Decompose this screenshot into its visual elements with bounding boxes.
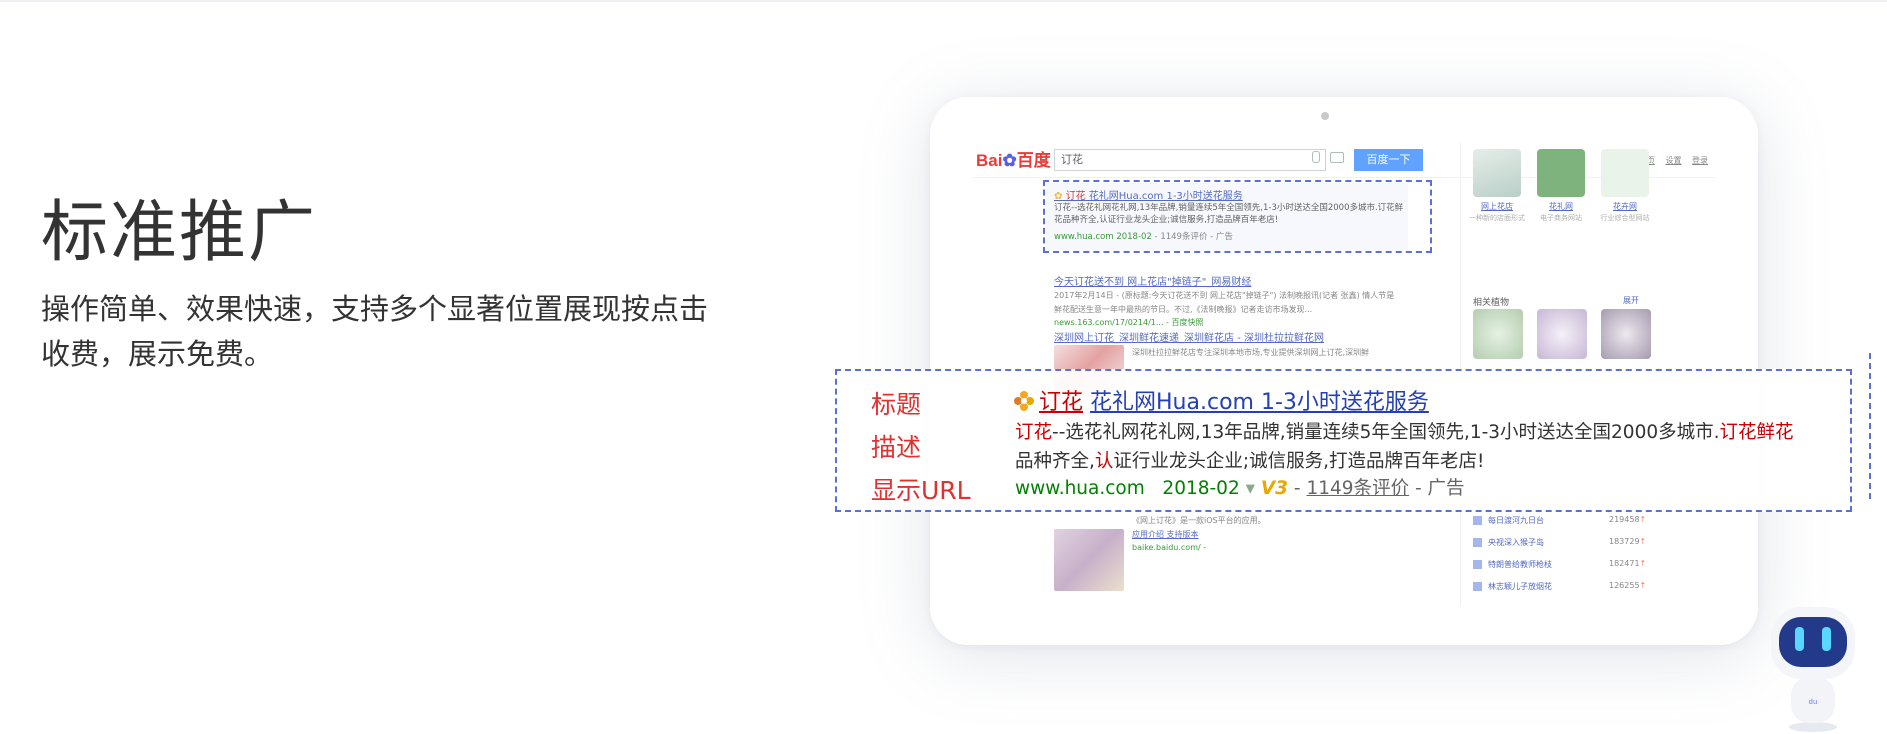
- desc-label: 描述: [871, 433, 922, 462]
- hot-rank-item[interactable]: 林志颖儿子放烟花 126255↑: [1473, 581, 1653, 592]
- logo-text-cn: 百度: [1016, 151, 1051, 170]
- url-date: 2018-02: [1162, 478, 1240, 499]
- ad-display-url[interactable]: www.hua.com 2018-02 ▾ V3 - 1149条评价 - 广告: [1015, 474, 1465, 500]
- mic-icon[interactable]: [1312, 151, 1320, 163]
- top-divider: [0, 0, 1887, 2]
- plant-image[interactable]: [1601, 309, 1651, 359]
- desc-text-2b: 证行业龙头企业;诚信服务,打造品牌百年老店!: [1113, 451, 1485, 472]
- hot-rank-item[interactable]: 特朗普给教师枪枝 182471↑: [1473, 559, 1653, 570]
- expand-link[interactable]: 展开: [1623, 295, 1639, 306]
- result-links[interactable]: 应用介绍 支持版本: [1132, 529, 1266, 540]
- url-label: 显示URL: [871, 476, 971, 505]
- rank-count: 183729↑: [1609, 537, 1646, 546]
- rank-number: 183729: [1609, 537, 1640, 546]
- desc-text-2a: 品种齐全,: [1015, 451, 1095, 472]
- desc-text: --选花礼网花礼网,13年品牌,销量连续5年全国领先,1-3小时送达全国2000…: [1052, 422, 1720, 443]
- robot-mascot-icon: du: [1771, 607, 1855, 732]
- app-image[interactable]: [1473, 149, 1521, 197]
- ad-title[interactable]: 订花 花礼网Hua.com 1-3小时送花服务: [1013, 384, 1429, 416]
- app-sub: 行业综合型网站: [1600, 214, 1650, 222]
- mini-ad-highlight: [1043, 180, 1432, 253]
- result-title[interactable]: 深圳网上订花_深圳鲜花速递_深圳鲜花店 - 深圳杜拉拉鲜花网: [1054, 329, 1324, 344]
- app-image[interactable]: [1601, 149, 1649, 197]
- hot-rank-item[interactable]: 央视深入猴子岛 183729↑: [1473, 537, 1653, 548]
- rank-name: 林志颖儿子放烟花: [1488, 582, 1552, 591]
- flower-icon: [1014, 391, 1034, 411]
- rank-name: 每日渡河九日台: [1488, 516, 1544, 525]
- desc-keyword-3: 认: [1094, 451, 1114, 472]
- v3-badge-icon[interactable]: V3: [1261, 478, 1288, 499]
- hot-rank-item[interactable]: 每日渡河九日台 219458↑: [1473, 515, 1653, 526]
- result-item[interactable]: 《网上订花》是一款iOS平台的应用。 应用介绍 支持版本 baike.baidu…: [1132, 515, 1266, 552]
- rank-badge: [1473, 582, 1482, 591]
- rank-count: 182471↑: [1609, 559, 1646, 568]
- app-sub: 一种新的店面形式: [1469, 214, 1525, 222]
- rank-number: 219458: [1609, 515, 1640, 524]
- rank-badge: [1473, 560, 1482, 569]
- arrow-up-icon: ↑: [1639, 515, 1647, 524]
- tablet-camera-icon: [1321, 112, 1329, 120]
- reviews-link[interactable]: 1149条评价: [1306, 478, 1409, 499]
- ad-title-text: 花礼网Hua.com 1-3小时送花服务: [1090, 390, 1429, 415]
- result-item[interactable]: 深圳网上订花_深圳鲜花速递_深圳鲜花店 - 深圳杜拉拉鲜花网: [1054, 329, 1324, 344]
- rank-number: 126255: [1609, 581, 1640, 590]
- svg-text:du: du: [1809, 698, 1818, 706]
- result-title[interactable]: 今天订花送不到 网上花店"掉链子"_网易财经: [1054, 273, 1394, 288]
- desc-keyword-2: 订花鲜花: [1719, 422, 1794, 443]
- edge-dash: [1869, 353, 1873, 499]
- rank-name: 央视深入猴子岛: [1488, 538, 1544, 547]
- rank-count: 126255↑: [1609, 581, 1646, 590]
- search-button[interactable]: 百度一下: [1354, 149, 1423, 171]
- rank-badge: [1473, 516, 1482, 525]
- result-desc-2: 鲜花配送生意一年中最热的节日。不过,《法制晚报》记者走访市场发现...: [1054, 305, 1313, 314]
- app-name[interactable]: 网上花店: [1467, 201, 1527, 212]
- result-url[interactable]: news.163.com/17/0214/1... - 百度快照: [1054, 317, 1394, 328]
- chevron-down-icon[interactable]: ▾: [1246, 478, 1255, 499]
- camera-icon[interactable]: [1330, 152, 1344, 163]
- paw-icon: ✿: [1002, 151, 1017, 170]
- url-text[interactable]: www.hua.com: [1015, 478, 1145, 499]
- ad-title-keyword: 订花: [1039, 390, 1084, 415]
- result-desc: 深圳杜拉拉鲜花店专注深圳本地市场,专业提供深圳网上订花,深圳鲜: [1132, 348, 1370, 357]
- ad-description: 订花--选花礼网花礼网,13年品牌,销量连续5年全国领先,1-3小时送达全国20…: [1015, 418, 1815, 476]
- title-label: 标题: [871, 390, 922, 419]
- result-desc: 2017年2月14日 - (原标题:今天订花送不到 网上花店"掉链子") 法制晚…: [1054, 291, 1395, 300]
- search-input[interactable]: 订花: [1054, 149, 1326, 171]
- page-description: 操作简单、效果快速，支持多个显著位置展现按点击收费，展示免费。: [41, 292, 709, 371]
- result-desc: 《网上订花》是一款iOS平台的应用。: [1132, 516, 1266, 525]
- rank-number: 182471: [1609, 559, 1640, 568]
- page-title: 标准推广: [41, 193, 317, 271]
- baidu-logo: Bai✿百度: [976, 146, 1051, 171]
- app-image[interactable]: [1537, 149, 1585, 197]
- result-thumbnail: [1054, 529, 1124, 591]
- plant-image[interactable]: [1473, 309, 1523, 359]
- arrow-up-icon: ↑: [1639, 559, 1647, 568]
- app-name[interactable]: 花礼网: [1531, 201, 1591, 212]
- separator: -: [1293, 478, 1301, 499]
- logo-text: Bai: [976, 151, 1003, 170]
- app-sub: 电子商务网站: [1540, 214, 1582, 222]
- app-name[interactable]: 花卉网: [1595, 201, 1655, 212]
- rank-badge: [1473, 538, 1482, 547]
- arrow-up-icon: ↑: [1639, 537, 1647, 546]
- result-item[interactable]: 今天订花送不到 网上花店"掉链子"_网易财经 2017年2月14日 - (原标题…: [1054, 273, 1394, 328]
- result-url[interactable]: baike.baidu.com/ -: [1132, 543, 1266, 552]
- arrow-up-icon: ↑: [1639, 581, 1647, 590]
- rank-name: 特朗普给教师枪枝: [1488, 560, 1552, 569]
- ad-tag: - 广告: [1414, 478, 1465, 499]
- related-plants-heading: 相关植物: [1473, 298, 1510, 308]
- desc-keyword: 订花: [1015, 422, 1053, 443]
- rank-count: 219458↑: [1609, 515, 1646, 524]
- plant-image[interactable]: [1537, 309, 1587, 359]
